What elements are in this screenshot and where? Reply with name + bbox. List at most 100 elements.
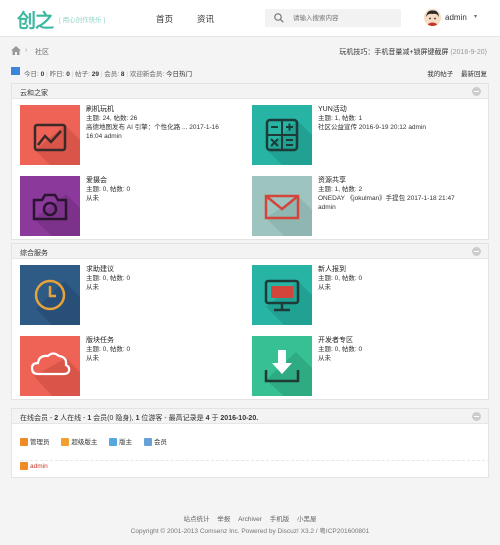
forum-item[interactable]: 开发者专区 主题: 0, 帖数: 0 从未 [252,336,477,396]
forum-item[interactable]: 爱摄会 主题: 0, 帖数: 0 从未 [20,176,245,236]
forum-last-post: 从未 [318,355,331,362]
search-icon[interactable] [274,13,284,23]
search-input[interactable] [293,12,393,24]
footer-link-mobile[interactable]: 手机版 [270,516,290,523]
forum-name[interactable]: 版块任务 [86,336,246,345]
divider [20,460,490,461]
clock-icon[interactable] [20,265,80,325]
footer-link-report[interactable]: 举报 [217,516,230,523]
forum-item[interactable]: YUN活动 主题: 1, 帖数: 1 社区公益宣传 2016-9-19 20:1… [252,105,477,165]
tip-banner[interactable]: 玩机技巧：手机音量减+锁屏键截屏 (2016-9-20) [339,47,487,57]
stats-chart-icon [11,67,20,75]
section-title[interactable]: 综合服务 [20,248,48,258]
mod-user-icon [109,438,118,446]
forum-stats: 主题: 1, 帖数: 2 [318,186,363,193]
cloud-icon[interactable] [20,336,80,396]
forum-stats: 主题: 0, 帖数: 0 [318,346,363,353]
avatar[interactable] [424,9,441,26]
forum-last-post: 从未 [86,284,99,291]
forum-stats: 主题: 24, 帖数: 26 [86,115,138,122]
chart-icon[interactable] [20,105,80,165]
latest-replies-link[interactable]: 最新回复 [461,71,487,78]
forum-name[interactable]: 求助建议 [86,265,246,274]
forum-item[interactable]: 版块任务 主题: 0, 帖数: 0 从未 [20,336,245,396]
admin-user-icon [20,438,28,446]
forum-section: 综合服务 求助建议 主题: 0, 帖数: 0 从未 新人报到 主题: 0, 帖数… [11,243,489,400]
legend-mod: 版主 [109,436,132,446]
collapse-icon[interactable] [472,412,481,421]
forum-name[interactable]: 刷机玩机 [86,105,246,114]
online-summary[interactable]: 在线会员 - 2 人在线 - 1 会员(0 隐身), 1 位游客 - 最高记录是… [20,413,258,423]
collapse-icon[interactable] [472,247,481,256]
nav-home[interactable]: 首页 [156,13,173,25]
nav-news[interactable]: 资讯 [197,13,214,25]
camera-icon[interactable] [20,176,80,236]
forum-last-post[interactable]: ONEDAY 《jokulman》手提包 2017-1-18 21:47 [318,194,478,203]
forum-stats: 主题: 0, 帖数: 0 [86,186,131,193]
forum-item[interactable]: 刷机玩机 主题: 24, 帖数: 26 高德地图发布 AI 引擎：个性化路 ..… [20,105,245,165]
forum-last-post[interactable]: 社区公益宣传 2016-9-19 20:12 admin [318,123,478,132]
breadcrumb-separator: › [25,47,28,54]
site-logo[interactable]: 创之 [17,6,54,33]
breadcrumb: › 社区 玩机技巧：手机音量减+锁屏键截屏 (2016-9-20) [11,45,489,59]
forum-name[interactable]: 开发者专区 [318,336,478,345]
breadcrumb-current[interactable]: 社区 [35,47,49,57]
site-slogan: [ 用心创作快乐 ] [59,17,106,24]
admin-user-icon [20,462,28,470]
search-box[interactable] [265,9,401,27]
my-posts-link[interactable]: 我的帖子 [427,71,453,78]
home-icon[interactable] [11,46,21,55]
username[interactable]: admin [445,13,467,22]
forum-stats: 主题: 0, 帖数: 0 [318,275,363,282]
forum-section: 云和之家 刷机玩机 主题: 24, 帖数: 26 高德地图发布 AI 引擎：个性… [11,83,489,240]
stat-posts: 29 [91,71,99,78]
mail-icon[interactable] [252,176,312,236]
online-section: 在线会员 - 2 人在线 - 1 会员(0 隐身), 1 位游客 - 最高记录是… [11,408,490,478]
calculator-icon[interactable] [252,105,312,165]
forum-name[interactable]: 爱摄会 [86,176,246,185]
forum-item[interactable]: 资源共享 主题: 1, 帖数: 2 ONEDAY 《jokulman》手提包 2… [252,176,477,236]
stat-yesterday: 0 [66,71,70,78]
forum-last-post-meta: 16:04 admin [86,133,122,140]
forum-item[interactable]: 新人报到 主题: 0, 帖数: 0 从未 [252,265,477,325]
copyright: Copyright © 2001-2013 Comsenz Inc. Power… [130,528,370,535]
footer-link-stats[interactable]: 站点统计 [183,516,209,523]
forum-last-post: 从未 [86,355,99,362]
forum-stats: 主题: 1, 帖数: 1 [318,115,363,122]
collapse-icon[interactable] [472,87,481,96]
chevron-down-icon[interactable]: ▾ [474,13,477,20]
online-user[interactable]: admin [20,462,48,470]
member-user-icon [143,438,152,446]
stat-members: 8 [120,71,125,78]
forum-item[interactable]: 求助建议 主题: 0, 帖数: 0 从未 [20,265,245,325]
legend-admin: 管理员 [20,436,50,446]
tip-date: (2016-9-20) [450,49,487,56]
online-user-list: admin [20,462,58,470]
forum-name[interactable]: 新人报到 [318,265,478,274]
stats-bar: 今日: 0 | 昨日: 0 | 帖子: 29 | 会员: 8 | 欢迎新会员: … [11,65,489,79]
stat-today: 0 [40,71,45,78]
forum-last-post-meta: admin [318,204,336,211]
footer-links: 站点统计 举报 Archiver 手机版 小黑屋 [0,513,500,523]
download-icon[interactable] [252,336,312,396]
forum-last-post: 从未 [86,195,99,202]
forum-stats: 主题: 0, 帖数: 0 [86,275,131,282]
stats-text: 今日: 0 | 昨日: 0 | 帖子: 29 | 会员: 8 | 欢迎新会员: … [24,71,192,78]
forum-stats: 主题: 0, 帖数: 0 [86,346,131,353]
section-title[interactable]: 云和之家 [20,88,48,98]
top-header: 创之 [ 用心创作快乐 ] 首页 资讯 admin ▾ [0,0,500,37]
hot-link[interactable]: 今日热门 [166,71,192,78]
user-group-legend: 管理员 超级版主 版主 会员 [20,436,177,446]
monitor-icon[interactable] [252,265,312,325]
forum-name[interactable]: 资源共享 [318,176,478,185]
forum-last-post: 从未 [318,284,331,291]
tip-text[interactable]: 玩机技巧：手机音量减+锁屏键截屏 [339,49,448,56]
forum-last-post[interactable]: 高德地图发布 AI 引擎：个性化路 ... 2017-1-16 [86,123,246,132]
footer-link-archiver[interactable]: Archiver [238,516,262,523]
welcome-label: 欢迎新会员: [129,71,165,78]
legend-super-mod: 超级版主 [61,436,97,446]
super-mod-user-icon [61,438,70,446]
legend-member: 会员 [143,436,167,446]
footer-link-blackroom[interactable]: 小黑屋 [297,516,317,523]
forum-name[interactable]: YUN活动 [318,105,478,114]
